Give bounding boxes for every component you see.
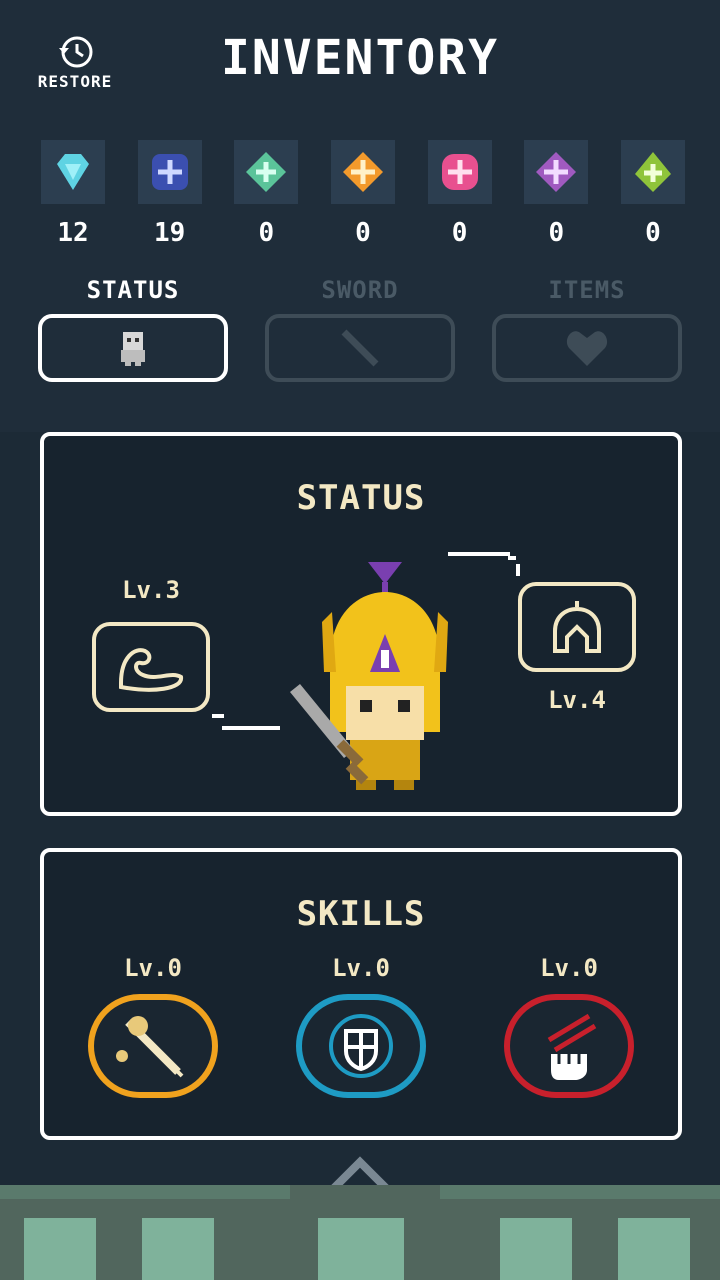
ground-decoration xyxy=(0,1185,720,1280)
tab-bar: STATUS SWORD ITEMS xyxy=(38,276,682,382)
gem-count: 0 xyxy=(355,218,371,248)
skill-level: Lv.0 xyxy=(332,954,390,982)
gem-count: 0 xyxy=(645,218,661,248)
tab-items[interactable]: ITEMS xyxy=(492,276,682,382)
right-equip-level: Lv.4 xyxy=(548,686,606,714)
shield-icon xyxy=(329,1014,393,1078)
left-equip-slot[interactable] xyxy=(92,622,210,712)
tab-sword[interactable]: SWORD xyxy=(265,276,455,382)
skill-shield-button[interactable] xyxy=(296,994,426,1098)
tab-items-button[interactable] xyxy=(492,314,682,382)
gem-topaz: 0 xyxy=(326,140,400,248)
left-connector xyxy=(212,714,224,718)
skill-fist[interactable]: Lv.0 xyxy=(504,954,634,1098)
gem-count: 0 xyxy=(258,218,275,248)
top-bar: RESTORE INVENTORY 12 19 0 0 0 0 0 STATUS… xyxy=(0,0,720,432)
gem-peridot: 0 xyxy=(616,140,690,248)
emerald-gem-icon xyxy=(246,152,287,192)
gem-diamond: 12 xyxy=(36,140,110,248)
right-connector xyxy=(508,556,516,560)
skills-panel-title: SKILLS xyxy=(296,894,426,934)
status-panel-title: STATUS xyxy=(296,478,426,518)
heart-icon xyxy=(566,331,608,366)
gem-sapphire: 19 xyxy=(133,140,207,248)
tab-status-button[interactable] xyxy=(38,314,228,382)
tab-status-label: STATUS xyxy=(86,276,180,304)
gem-emerald: 0 xyxy=(229,140,303,248)
right-equip-slot[interactable] xyxy=(518,582,636,672)
skill-sword-slash[interactable]: Lv.0 xyxy=(88,954,218,1098)
tab-status[interactable]: STATUS xyxy=(38,276,228,382)
status-panel: STATUS Lv.3 Lv.4 xyxy=(40,432,682,816)
skills-panel: SKILLS Lv.0 Lv.0 Lv.0 xyxy=(40,848,682,1140)
skill-shield[interactable]: Lv.0 xyxy=(296,954,426,1098)
helmet-icon xyxy=(553,601,601,653)
fist-icon xyxy=(547,1013,597,1080)
tab-sword-label: SWORD xyxy=(321,276,399,304)
sword-slash-icon xyxy=(116,1016,184,1078)
gem-ruby: 0 xyxy=(423,140,497,248)
gem-count: 0 xyxy=(548,218,565,248)
diamond-gem-icon xyxy=(57,154,89,190)
topaz-gem-icon xyxy=(342,152,383,192)
right-connector xyxy=(516,564,520,576)
skill-level: Lv.0 xyxy=(124,954,182,982)
character-icon xyxy=(121,332,145,366)
gem-count: 0 xyxy=(451,218,468,248)
page-title: INVENTORY xyxy=(220,30,500,86)
skill-level: Lv.0 xyxy=(540,954,598,982)
peridot-gem-icon xyxy=(634,152,671,192)
gem-row: 12 19 0 0 0 0 0 xyxy=(36,140,690,248)
gem-amethyst: 0 xyxy=(519,140,593,248)
tab-items-label: ITEMS xyxy=(548,276,626,304)
strength-arm-icon xyxy=(119,648,183,692)
ruby-gem-icon xyxy=(441,154,478,190)
skill-sword-slash-button[interactable] xyxy=(88,994,218,1098)
gem-count: 19 xyxy=(154,218,186,248)
gem-count: 12 xyxy=(57,218,89,248)
skill-fist-button[interactable] xyxy=(504,994,634,1098)
amethyst-gem-icon xyxy=(536,152,577,192)
tab-sword-button[interactable] xyxy=(265,314,455,382)
left-equip-level: Lv.3 xyxy=(122,576,180,604)
sapphire-gem-icon xyxy=(151,154,188,190)
hero-knight-image xyxy=(290,562,448,790)
sword-icon xyxy=(341,329,379,367)
